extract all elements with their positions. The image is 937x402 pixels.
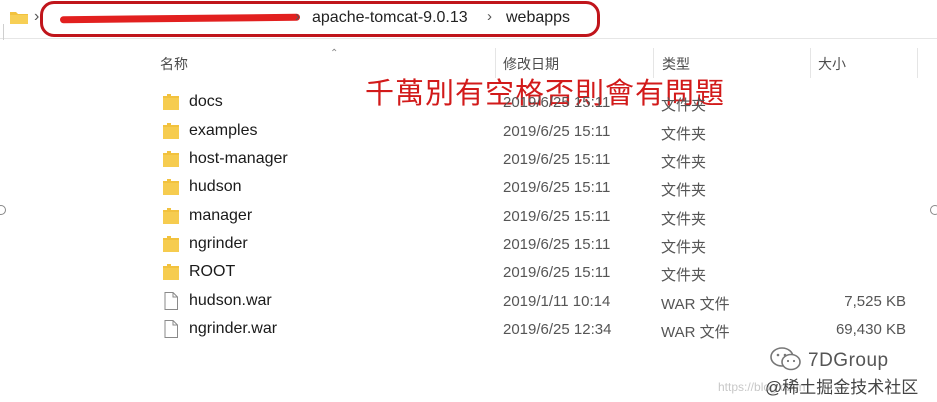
sort-caret-icon: ⌃: [330, 48, 339, 59]
resize-handle[interactable]: [930, 205, 937, 215]
file-date: 2019/6/25 15:11: [503, 94, 611, 111]
file-type: 文件夹: [661, 154, 707, 171]
file-name: hudson: [189, 178, 242, 195]
file-date: 2019/6/25 15:11: [503, 151, 611, 168]
list-item[interactable]: manager 2019/6/25 15:11 文件夹: [0, 202, 937, 230]
file-date: 2019/6/25 15:11: [503, 123, 611, 140]
annotation-highlight-oval: [40, 1, 600, 37]
file-name: ngrinder: [189, 235, 248, 252]
file-type: 文件夹: [661, 97, 707, 114]
file-name: ROOT: [189, 263, 236, 280]
file-date: 2019/6/25 15:11: [503, 236, 611, 253]
wechat-logo-icon: [770, 347, 801, 371]
address-bar[interactable]: › › apache-tomcat-9.0.13 › webapps: [0, 0, 937, 39]
column-size[interactable]: 大小: [818, 54, 846, 74]
file-type: 文件夹: [661, 126, 707, 143]
folder-icon: [10, 12, 28, 24]
file-size: 7,525 KB: [844, 293, 906, 310]
watermark-brand: 7DGroup: [808, 350, 889, 371]
file-type: WAR 文件: [661, 296, 730, 313]
list-item[interactable]: ngrinder.war 2019/6/25 12:34 WAR 文件 69,4…: [0, 315, 937, 343]
file-name: host-manager: [189, 150, 288, 167]
file-name: ngrinder.war: [189, 320, 278, 337]
column-divider[interactable]: [917, 48, 918, 78]
watermark-subtitle: @稀土掘金技术社区: [765, 378, 919, 397]
explorer-window: › › apache-tomcat-9.0.13 › webapps ⌃ 名称 …: [0, 0, 937, 402]
list-item[interactable]: docs 2019/6/25 15:11 文件夹: [0, 88, 937, 116]
folder-icon: [163, 208, 179, 224]
file-date: 2019/6/25 15:11: [503, 179, 611, 196]
folder-icon: [163, 94, 179, 110]
file-icon: [164, 292, 178, 310]
list-item[interactable]: host-manager 2019/6/25 15:11 文件夹: [0, 145, 937, 173]
file-name: hudson.war: [189, 292, 272, 309]
folder-icon: [163, 151, 179, 167]
folder-icon: [163, 264, 179, 280]
file-name: manager: [189, 207, 253, 224]
column-name[interactable]: 名称: [160, 54, 188, 74]
list-item[interactable]: examples 2019/6/25 15:11 文件夹: [0, 117, 937, 145]
file-type: 文件夹: [661, 239, 707, 256]
list-item[interactable]: hudson.war 2019/1/11 10:14 WAR 文件 7,525 …: [0, 287, 937, 315]
file-name: docs: [189, 93, 223, 110]
folder-icon: [163, 123, 179, 139]
list-item[interactable]: hudson 2019/6/25 15:11 文件夹: [0, 173, 937, 201]
file-type: 文件夹: [661, 182, 707, 199]
divider: [3, 24, 4, 40]
file-icon: [164, 320, 178, 338]
file-size: 69,430 KB: [835, 321, 906, 338]
folder-icon: [163, 179, 179, 195]
file-type: WAR 文件: [661, 324, 730, 341]
file-date: 2019/1/11 10:14: [503, 293, 611, 310]
list-item[interactable]: ngrinder 2019/6/25 15:11 文件夹: [0, 230, 937, 258]
file-date: 2019/6/25 12:34: [503, 321, 612, 338]
folder-icon: [163, 236, 179, 252]
file-name: examples: [189, 122, 258, 139]
chevron-right-icon[interactable]: ›: [34, 8, 39, 26]
file-date: 2019/6/25 15:11: [503, 264, 611, 281]
file-type: 文件夹: [661, 267, 707, 284]
file-date: 2019/6/25 15:11: [503, 208, 611, 225]
column-divider[interactable]: [810, 48, 811, 78]
file-type: 文件夹: [661, 211, 707, 228]
list-item[interactable]: ROOT 2019/6/25 15:11 文件夹: [0, 258, 937, 286]
